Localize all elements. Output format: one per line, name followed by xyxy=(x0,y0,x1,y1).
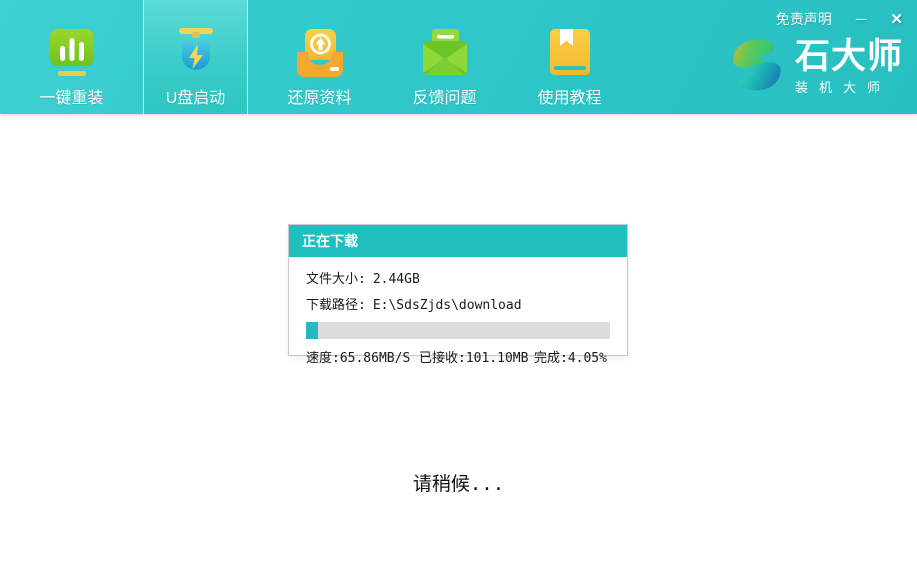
restore-data-icon xyxy=(292,24,348,82)
nav-label: 使用教程 xyxy=(537,84,601,108)
nav-item-tutorial[interactable]: 使用教程 xyxy=(517,0,622,114)
app-header: 一键重装 U盘启动 xyxy=(0,0,917,114)
close-icon[interactable]: ✕ xyxy=(890,12,903,27)
file-size-value: 2.44GB xyxy=(373,272,420,287)
download-path-value: E:\SdsZjds\download xyxy=(373,298,522,313)
speed-stat: 速度:65.86MB/S xyxy=(306,347,419,366)
chart-bars-icon xyxy=(46,24,98,82)
minimize-icon[interactable]: ─ xyxy=(856,12,867,27)
logo-subtitle: 装机大师 xyxy=(795,77,914,96)
logo-mark-icon xyxy=(726,34,788,101)
app-window: 一键重装 U盘启动 xyxy=(0,0,917,578)
nav-item-usb-boot[interactable]: U盘启动 xyxy=(143,0,248,114)
nav-label: 反馈问题 xyxy=(412,84,476,108)
dialog-title: 正在下载 xyxy=(289,225,627,257)
nav-item-restore-data[interactable]: 还原资料 xyxy=(267,0,372,114)
nav-label: U盘启动 xyxy=(166,84,226,108)
brand-logo: 石大师 装机大师 xyxy=(726,34,903,101)
download-stats: 速度:65.86MB/S 已接收:101.10MB 完成:4.05% xyxy=(306,347,610,366)
progress-bar xyxy=(306,322,610,339)
usb-boot-icon xyxy=(168,24,224,82)
received-stat: 已接收:101.10MB xyxy=(419,347,534,366)
completion-stat: 完成:4.05% xyxy=(534,347,610,366)
logo-text: 石大师 装机大师 xyxy=(795,39,903,97)
file-size-label: 文件大小: xyxy=(306,272,366,287)
main-nav: 一键重装 U盘启动 xyxy=(9,0,632,114)
nav-label: 一键重装 xyxy=(39,84,103,108)
feedback-mail-icon xyxy=(417,24,473,82)
dialog-body: 文件大小: 2.44GB 下载路径: E:\SdsZjds\download 速度:… xyxy=(289,268,627,366)
disclaimer-link[interactable]: 免责声明 xyxy=(776,9,832,29)
status-text: 请稍候... xyxy=(0,469,917,496)
progress-fill xyxy=(306,322,318,339)
download-path-label: 下载路径: xyxy=(306,298,366,313)
nav-label: 还原资料 xyxy=(287,84,351,108)
titlebar-controls: 免责声明 ─ ✕ xyxy=(776,9,903,29)
file-size-row: 文件大小: 2.44GB xyxy=(306,268,610,287)
download-path-row: 下载路径: E:\SdsZjds\download xyxy=(306,294,610,313)
logo-title: 石大师 xyxy=(795,39,903,76)
nav-item-one-key-reinstall[interactable]: 一键重装 xyxy=(19,0,124,114)
download-dialog: 正在下载 文件大小: 2.44GB 下载路径: E:\SdsZjds\downloa… xyxy=(288,224,628,356)
tutorial-book-icon xyxy=(544,24,596,82)
nav-item-feedback[interactable]: 反馈问题 xyxy=(392,0,497,114)
